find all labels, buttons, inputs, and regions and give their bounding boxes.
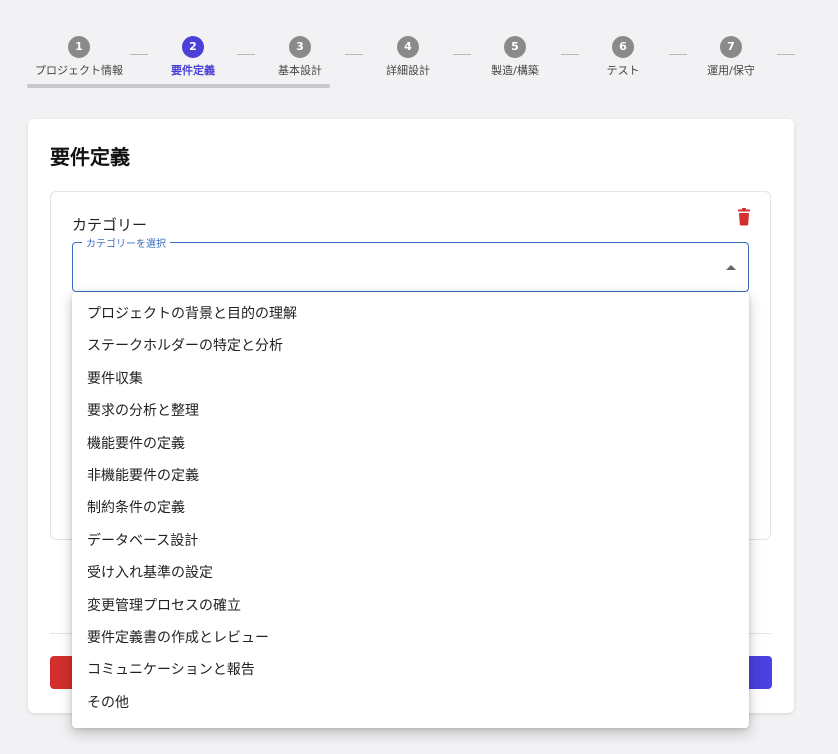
category-label: カテゴリー [72,216,148,234]
dropdown-option[interactable]: 要件定義書の作成とレビュー [72,622,749,654]
step-number: 1 [68,36,90,58]
category-dropdown-menu: プロジェクトの背景と目的の理解 ステークホルダーの特定と分析 要件収集 要求の分… [72,292,749,728]
step-1[interactable]: 1 プロジェクト情報 [25,35,133,78]
step-label: 運用/保守 [707,64,755,77]
step-2[interactable]: 2 要件定義 [139,35,247,78]
step-label: 詳細設計 [386,64,430,77]
chevron-up-icon[interactable] [726,265,736,270]
step-number: 6 [612,36,634,58]
step-connector [777,54,795,55]
dropdown-option[interactable]: 要件収集 [72,363,749,395]
dropdown-option[interactable]: データベース設計 [72,525,749,557]
step-label: テスト [606,64,640,77]
step-label: プロジェクト情報 [35,64,123,77]
step-4[interactable]: 4 詳細設計 [354,35,462,78]
category-select-label: カテゴリーを選択 [82,235,170,250]
dropdown-option[interactable]: ステークホルダーの特定と分析 [72,330,749,362]
page-title: 要件定義 [50,145,130,169]
category-select[interactable]: カテゴリーを選択 [72,235,749,292]
step-number: 3 [289,36,311,58]
dropdown-option[interactable]: コミュニケーションと報告 [72,654,749,686]
step-7[interactable]: 7 運用/保守 [677,35,785,78]
dropdown-option[interactable]: その他 [72,687,749,719]
step-label: 製造/構築 [491,64,539,77]
step-number: 7 [720,36,742,58]
step-3[interactable]: 3 基本設計 [246,35,354,78]
dropdown-option[interactable]: 非機能要件の定義 [72,460,749,492]
dropdown-option[interactable]: 機能要件の定義 [72,428,749,460]
step-5[interactable]: 5 製造/構築 [461,35,569,78]
step-6[interactable]: 6 テスト [569,35,677,78]
delete-category-button[interactable] [736,208,752,226]
step-number: 2 [182,36,204,58]
step-number: 5 [504,36,526,58]
dropdown-option[interactable]: 制約条件の定義 [72,492,749,524]
trash-icon [738,208,750,226]
step-number: 4 [397,36,419,58]
dropdown-option[interactable]: 変更管理プロセスの確立 [72,590,749,622]
step-progress-bar [27,84,330,88]
dropdown-option[interactable]: 受け入れ基準の設定 [72,557,749,589]
step-label: 基本設計 [278,64,322,77]
dropdown-option[interactable]: プロジェクトの背景と目的の理解 [72,298,749,330]
dropdown-option[interactable]: 要求の分析と整理 [72,395,749,427]
step-label: 要件定義 [171,64,215,77]
stepper: 1 プロジェクト情報 2 要件定義 3 基本設計 4 詳細設計 5 製造/構築 … [0,0,838,100]
